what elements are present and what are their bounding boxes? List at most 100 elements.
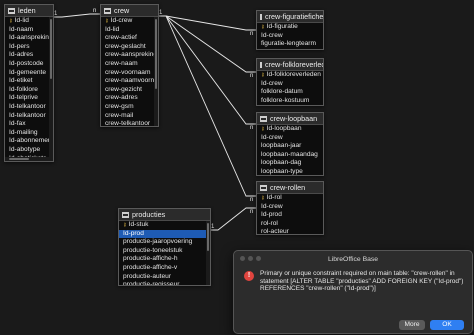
field-row[interactable]: Id-gemeente [5,69,53,78]
field-row[interactable]: productie-auteur [119,273,210,282]
field-row[interactable]: loopbaan-jaar [257,142,323,151]
field-row[interactable]: crew-voornaam [101,69,158,78]
field-row[interactable]: Id-telkantoor [5,103,53,112]
field-row[interactable]: crew-actief [101,34,158,43]
error-dialog[interactable]: LibreOffice Base ! Primary or unique con… [233,250,473,334]
field-list[interactable]: Id-folkloreverledenId-crewfolklore-datum… [257,71,323,105]
field-row[interactable]: rol-rol [257,220,323,229]
table-title: leden [18,6,36,15]
field-row[interactable]: Id-abonnement [5,137,53,146]
table-crew-figuratiefiche[interactable]: crew-figuratiefiche Id-figuratieId-crewf… [256,10,324,50]
relation-n-label: n [250,197,253,203]
field-row[interactable]: Id-lid [5,17,53,26]
alert-icon: ! [244,271,254,281]
field-row[interactable]: Id-adres [5,51,53,60]
field-row[interactable]: crew-naamvoornaam [101,77,158,86]
table-producties[interactable]: producties Id-stukId-prodproductie-jaaro… [118,208,211,286]
field-row[interactable]: crew-gezicht [101,86,158,95]
field-row[interactable]: Id-crew [257,32,323,41]
field-row[interactable]: Id-abotype [5,146,53,155]
field-row[interactable]: Id-crew [257,134,323,143]
field-row[interactable]: Id-postcode [5,60,53,69]
field-row[interactable]: loopbaan-type [257,168,323,175]
field-row[interactable]: crew-mail [101,112,158,121]
ok-button[interactable]: OK [430,320,464,330]
field-row[interactable]: Id-crew [257,80,323,89]
field-row[interactable]: crew-naam [101,60,158,69]
field-row[interactable]: Id-crew [257,203,323,212]
vertical-scrollbar[interactable] [206,221,210,285]
dialog-message: Primary or unique constraint required on… [260,270,464,293]
relation-n-label: n [250,125,253,131]
field-row[interactable]: Id-loopbaan [257,125,323,134]
table-title: crew-loopbaan [270,114,318,123]
field-row[interactable]: Id-aanspreking [5,34,53,43]
vertical-scrollbar[interactable] [49,17,53,161]
field-list[interactable]: Id-stukId-prodproductie-jaaropvoeringpro… [119,221,210,285]
field-row[interactable]: Id-fax [5,120,53,129]
field-row[interactable]: Id-prod [257,211,323,220]
field-row[interactable]: Id-lid [101,26,158,35]
field-row[interactable]: Id-mailing [5,129,53,138]
vertical-scrollbar[interactable] [154,17,158,126]
field-list[interactable]: Id-loopbaanId-crewloopbaan-jaarloopbaan-… [257,125,323,175]
field-row[interactable]: productie-jaaropvoering [119,238,210,247]
field-list[interactable]: Id-lidId-naamId-aansprekingId-persId-adr… [5,17,53,161]
relation-one-label: 1 [211,224,215,230]
table-header[interactable]: crew [101,5,158,17]
field-row[interactable]: Id-folklore [5,86,53,95]
field-row[interactable]: Id-etiket [5,77,53,86]
field-row[interactable]: loopbaan-dag [257,159,323,168]
field-row[interactable]: productie-affiche-h [119,255,210,264]
table-header[interactable]: crew-loopbaan [257,113,323,125]
field-row[interactable]: crew-gsm [101,103,158,112]
table-icon [122,211,129,218]
table-header[interactable]: leden [5,5,53,17]
relation-n-label: n [250,31,253,37]
relation-n-label: n [250,73,253,79]
dialog-title: LibreOffice Base [327,256,379,263]
field-row[interactable]: crew-telkantoor [101,120,158,126]
field-row[interactable]: rol-acteur [257,228,323,234]
horizontal-scrollbar[interactable] [5,157,53,161]
field-row[interactable]: loopbaan-maandag [257,151,323,160]
field-row[interactable]: Id-prod [119,229,210,239]
field-row[interactable]: crew-aanspreking [101,51,158,60]
field-row[interactable]: Id-naam [5,26,53,35]
table-title: crew [114,6,130,15]
table-crew[interactable]: crew Id-crewId-lidcrew-actiefcrew-geslac… [100,4,159,127]
table-header[interactable]: crew-rollen [257,182,323,194]
field-row[interactable]: crew-geslacht [101,43,158,52]
field-row[interactable]: Id-rol [257,194,323,203]
table-icon [260,184,267,191]
field-list[interactable]: Id-figuratieId-crewfiguratie-lengtearmfi… [257,23,323,49]
table-crew-folkloreverleden[interactable]: crew-folkloreverleden Id-folkloreverlede… [256,58,324,106]
table-header[interactable]: crew-figuratiefiche [257,11,323,23]
field-row[interactable]: folklore-kostuum [257,97,323,105]
relation-n-label: n [93,8,96,14]
window-controls [240,256,261,261]
field-row[interactable]: figuratie-lengtearm [257,40,323,49]
field-row[interactable]: Id-figuratie [257,23,323,32]
field-row[interactable]: Id-stuk [119,221,210,230]
field-row[interactable]: Id-folkloreverleden [257,71,323,80]
table-crew-rollen[interactable]: crew-rollen Id-rolId-crewId-prodrol-rolr… [256,181,324,235]
field-row[interactable]: Id-pers [5,43,53,52]
table-crew-loopbaan[interactable]: crew-loopbaan Id-loopbaanId-crewloopbaan… [256,112,324,176]
table-leden[interactable]: leden Id-lidId-naamId-aansprekingId-pers… [4,4,54,162]
field-row[interactable]: Id-crew [101,17,158,26]
field-row[interactable]: folklore-datum [257,88,323,97]
field-list[interactable]: Id-rolId-crewId-prodrol-rolrol-acteur [257,194,323,234]
field-row[interactable]: productie-affiche-v [119,264,210,273]
field-row[interactable]: Id-telkantoor [5,112,53,121]
field-row[interactable]: productie-regisseur [119,281,210,285]
table-header[interactable]: producties [119,209,210,221]
table-title: crew-figuratiefiche [265,12,324,21]
field-list[interactable]: Id-crewId-lidcrew-actiefcrew-geslachtcre… [101,17,158,126]
field-row[interactable]: crew-adres [101,94,158,103]
table-title: producties [132,210,166,219]
more-button[interactable]: More [399,320,425,330]
table-header[interactable]: crew-folkloreverleden [257,59,323,71]
field-row[interactable]: productie-toneelstuk [119,247,210,256]
field-row[interactable]: Id-telprive [5,94,53,103]
